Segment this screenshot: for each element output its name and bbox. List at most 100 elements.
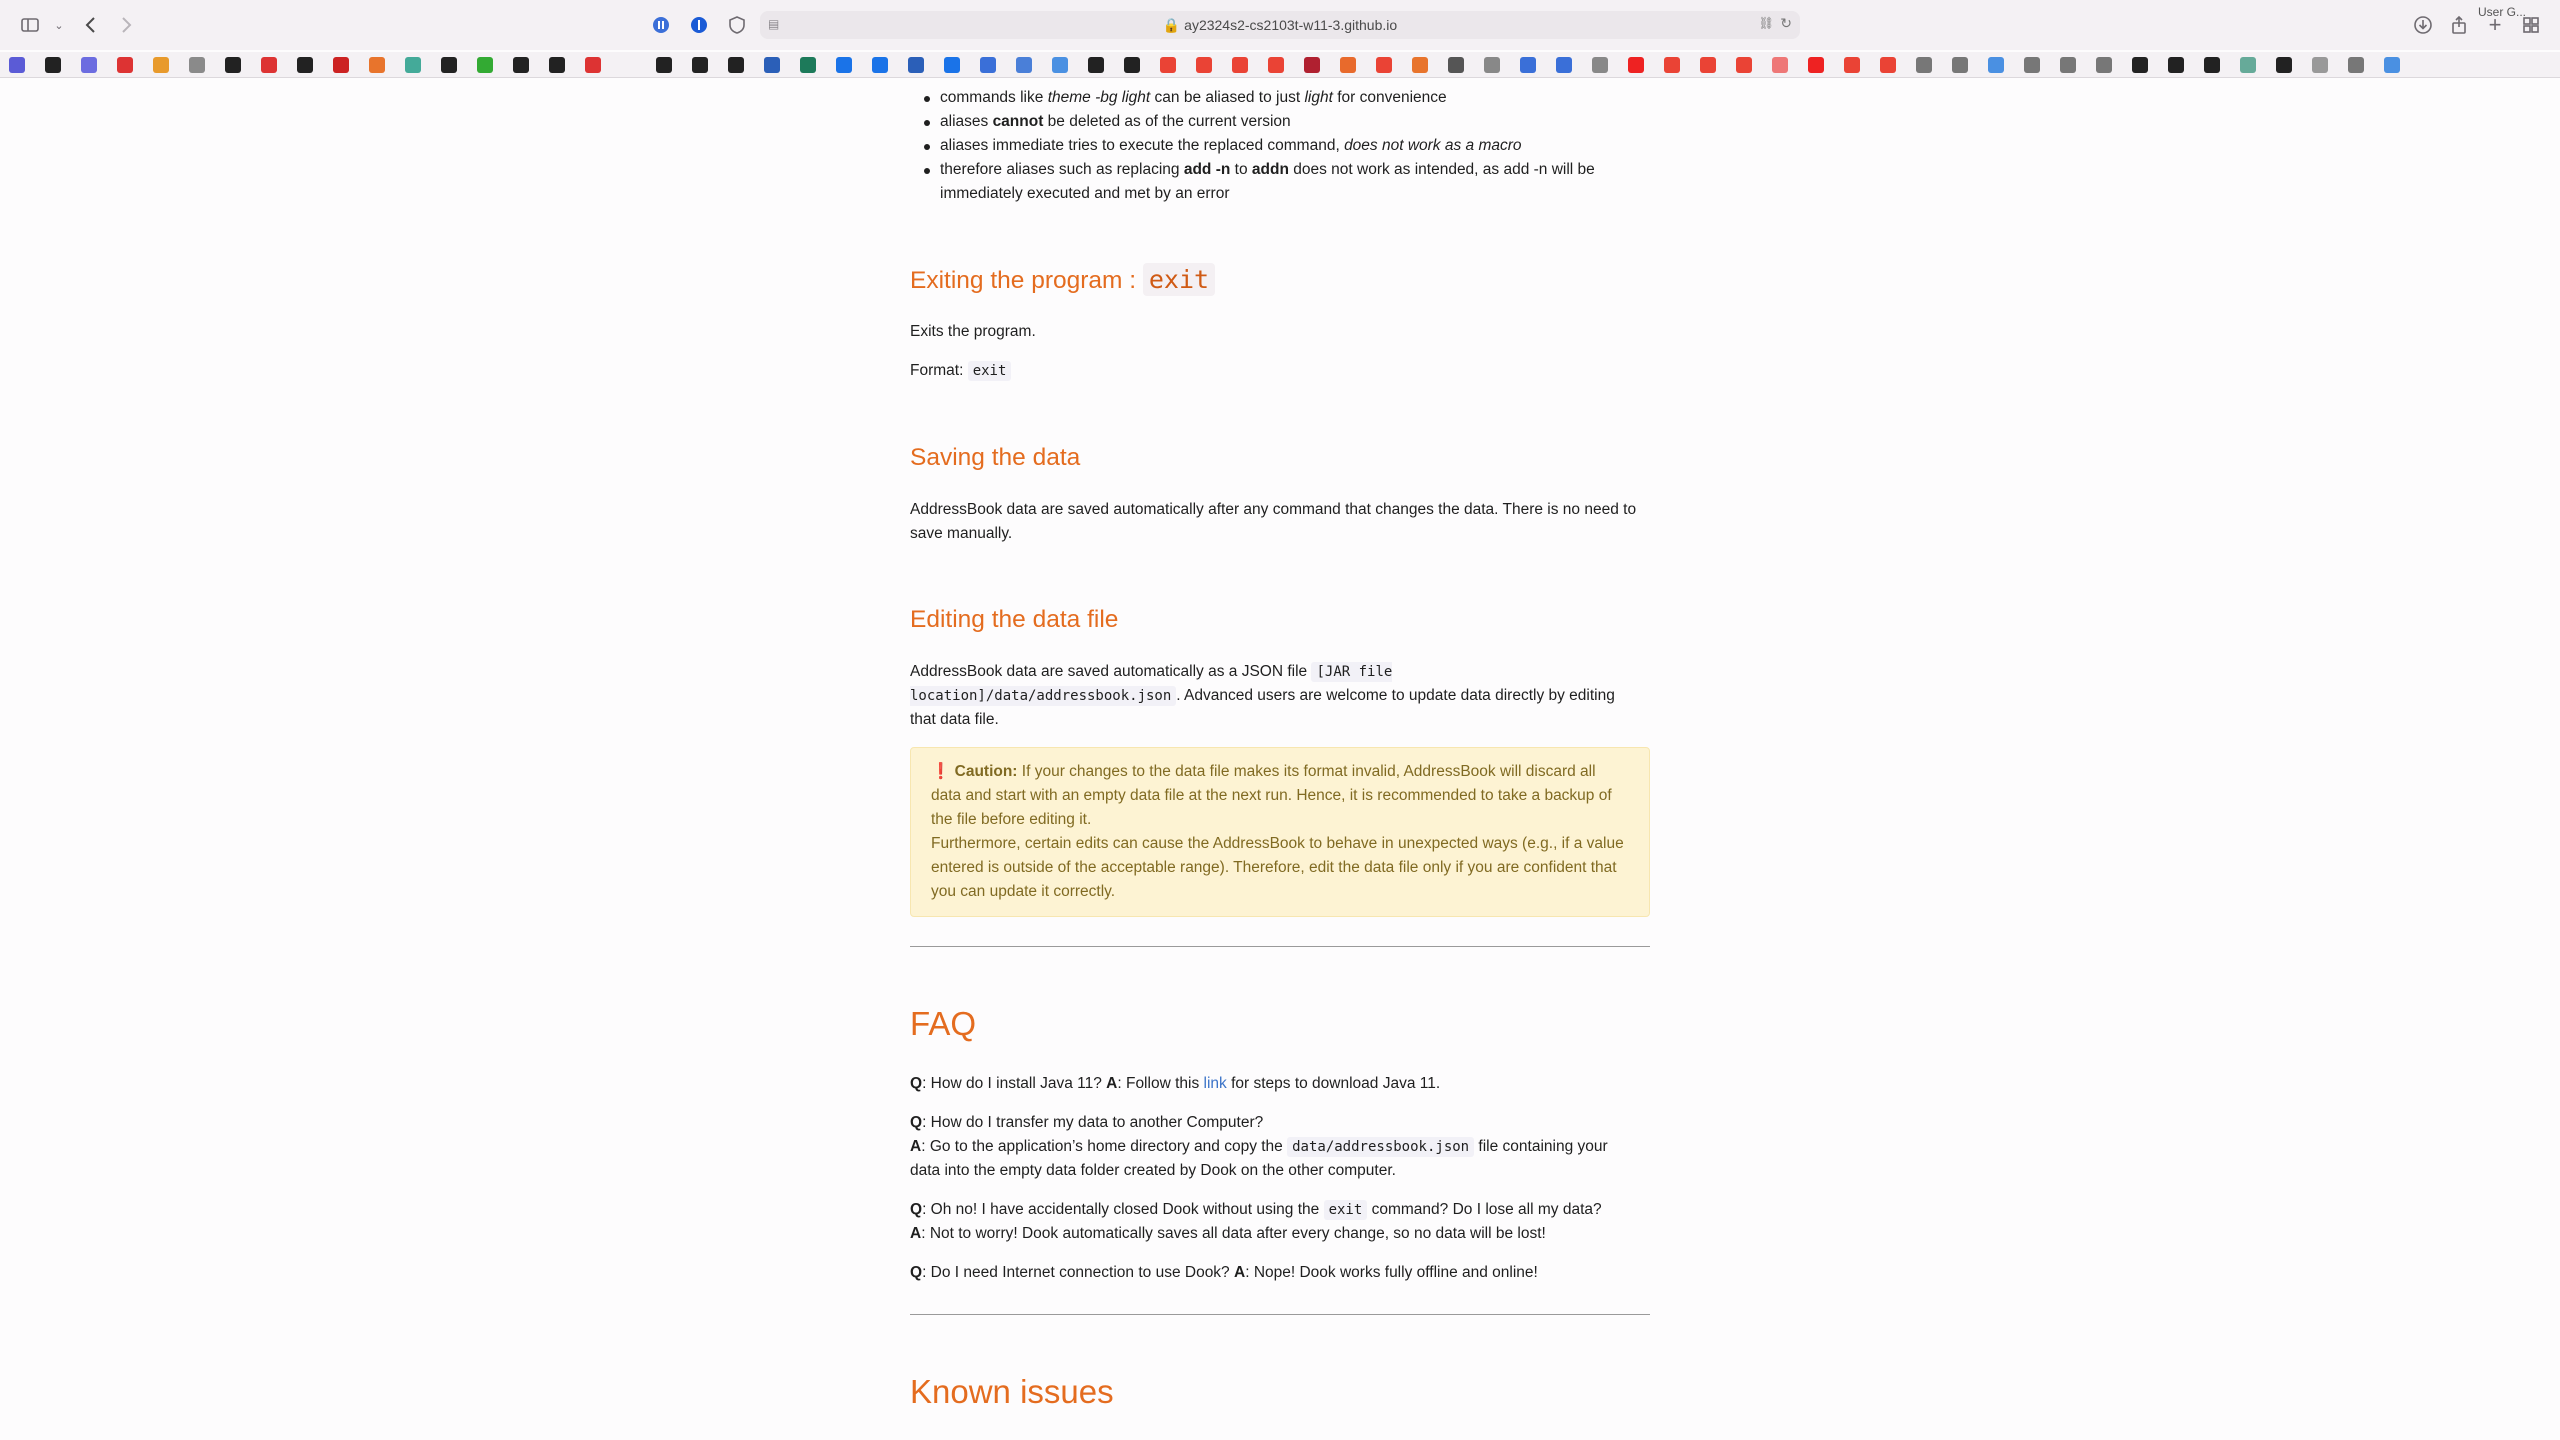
exclamation-icon: ❗ (931, 763, 951, 780)
bookmark-favicon-icon[interactable] (2132, 57, 2148, 73)
bookmark-favicon-icon[interactable] (1772, 57, 1788, 73)
bookmark-favicon-icon[interactable] (297, 57, 313, 73)
bookmark-favicon-icon[interactable] (1088, 57, 1104, 73)
pause-extension-icon[interactable] (648, 12, 674, 38)
bookmark-favicon-icon[interactable] (477, 57, 493, 73)
bookmark-favicon-icon[interactable] (1160, 57, 1176, 73)
editing-description: AddressBook data are saved automatically… (910, 662, 1615, 728)
list-item: aliases cannot be deleted as of the curr… (924, 110, 1640, 134)
bookmark-favicon-icon[interactable] (2276, 57, 2292, 73)
bookmark-favicon-icon[interactable] (1808, 57, 1824, 73)
bookmark-favicon-icon[interactable] (1700, 57, 1716, 73)
bookmark-favicon-icon[interactable] (1988, 57, 2004, 73)
bookmark-favicon-icon[interactable] (872, 57, 888, 73)
bookmark-favicon-icon[interactable] (1556, 57, 1572, 73)
exit-format: Format: exit (910, 359, 1640, 383)
bookmark-favicon-icon[interactable] (728, 57, 744, 73)
bookmark-favicon-icon[interactable] (944, 57, 960, 73)
bookmark-favicon-icon[interactable] (980, 57, 996, 73)
translate-icon[interactable]: ⛓ (1759, 16, 1774, 30)
share-icon[interactable] (2446, 12, 2472, 38)
bookmark-favicon-icon[interactable] (2384, 57, 2400, 73)
divider (910, 946, 1650, 947)
downloads-icon[interactable] (2410, 12, 2436, 38)
bookmark-user-label[interactable]: User G... (2478, 5, 2526, 19)
bookmark-favicon-icon[interactable] (225, 57, 241, 73)
shield-icon[interactable] (724, 12, 750, 38)
bookmark-favicon-icon[interactable] (692, 57, 708, 73)
caution-box: ❗ Caution: If your changes to the data f… (910, 747, 1650, 917)
bookmark-favicon-icon[interactable] (2096, 57, 2112, 73)
browser-toolbar: ⌄ ▤ 🔒 ay2324s2-cs2103t-w11-3.github.io ⛓… (0, 0, 2560, 50)
list-item: therefore aliases such as replacing add … (924, 158, 1640, 206)
bookmark-favicon-icon[interactable] (333, 57, 349, 73)
bookmark-favicon-icon[interactable] (1052, 57, 1068, 73)
bookmark-favicon-icon[interactable] (2024, 57, 2040, 73)
bookmark-favicon-icon[interactable] (1268, 57, 1284, 73)
address-bar[interactable]: ▤ 🔒 ay2324s2-cs2103t-w11-3.github.io ⛓ ↻ (760, 11, 1800, 39)
bookmark-favicon-icon[interactable] (1412, 57, 1428, 73)
password-extension-icon[interactable] (686, 12, 712, 38)
bookmark-favicon-icon[interactable] (1664, 57, 1680, 73)
bookmark-favicon-icon[interactable] (261, 57, 277, 73)
chevron-down-icon[interactable]: ⌄ (46, 12, 72, 38)
sidebar-toggle-icon[interactable] (17, 12, 43, 38)
bookmark-favicon-icon[interactable] (908, 57, 924, 73)
bookmark-favicon-icon[interactable] (513, 57, 529, 73)
faq-item-java: Q: How do I install Java 11? A: Follow t… (910, 1075, 1441, 1092)
bookmark-favicon-icon[interactable] (2348, 57, 2364, 73)
bookmark-favicon-icon[interactable] (549, 57, 565, 73)
bookmark-favicon-icon[interactable] (836, 57, 852, 73)
forward-icon[interactable] (113, 12, 139, 38)
bookmark-favicon-icon[interactable] (1880, 57, 1896, 73)
bookmark-favicon-icon[interactable] (1520, 57, 1536, 73)
bookmark-favicon-icon[interactable] (585, 57, 601, 73)
bookmark-favicon-icon[interactable] (81, 57, 97, 73)
divider (910, 1314, 1650, 1315)
bookmark-favicon-icon[interactable] (764, 57, 780, 73)
bookmark-favicon-icon[interactable] (1844, 57, 1860, 73)
editing-heading: Editing the data file (910, 606, 1119, 633)
bookmark-favicon-icon[interactable] (45, 57, 61, 73)
bookmark-favicon-icon[interactable] (2240, 57, 2256, 73)
saving-heading: Saving the data (910, 444, 1081, 471)
bookmark-favicon-icon[interactable] (441, 57, 457, 73)
bookmark-favicon-icon[interactable] (2060, 57, 2076, 73)
bookmark-favicon-icon[interactable] (1196, 57, 1212, 73)
bookmark-favicon-icon[interactable] (1016, 57, 1032, 73)
bookmark-favicon-icon[interactable] (1952, 57, 1968, 73)
bookmark-favicon-icon[interactable] (656, 57, 672, 73)
faq-item-closed: Q: Oh no! I have accidentally closed Doo… (910, 1200, 1602, 1242)
java-link[interactable]: link (1204, 1075, 1227, 1092)
list-item: commands like theme -bg light can be ali… (924, 86, 1640, 110)
bookmark-favicon-icon[interactable] (1592, 57, 1608, 73)
bookmark-favicon-icon[interactable] (153, 57, 169, 73)
bookmark-favicon-icon[interactable] (405, 57, 421, 73)
known-issues-heading: Known issues (910, 1373, 1114, 1410)
bookmark-favicon-icon[interactable] (1628, 57, 1644, 73)
bookmark-favicon-icon[interactable] (1340, 57, 1356, 73)
saving-description: AddressBook data are saved automatically… (910, 501, 1637, 542)
bookmark-favicon-icon[interactable] (1124, 57, 1140, 73)
bookmark-favicon-icon[interactable] (2168, 57, 2184, 73)
bookmark-favicon-icon[interactable] (2312, 57, 2328, 73)
exit-description: Exits the program. (910, 323, 1036, 340)
bookmark-favicon-icon[interactable] (9, 57, 25, 73)
url-text: 🔒 ay2324s2-cs2103t-w11-3.github.io (1162, 17, 1398, 33)
bookmark-favicon-icon[interactable] (2204, 57, 2220, 73)
bookmark-favicon-icon[interactable] (1232, 57, 1248, 73)
bookmark-favicon-icon[interactable] (800, 57, 816, 73)
bookmarks-bar (0, 52, 2560, 78)
faq-item-internet: Q: Do I need Internet connection to use … (910, 1264, 1538, 1281)
bookmark-favicon-icon[interactable] (117, 57, 133, 73)
bookmark-favicon-icon[interactable] (1736, 57, 1752, 73)
bookmark-favicon-icon[interactable] (189, 57, 205, 73)
bookmark-favicon-icon[interactable] (1304, 57, 1320, 73)
reload-icon[interactable]: ↻ (1780, 15, 1792, 32)
bookmark-favicon-icon[interactable] (1376, 57, 1392, 73)
back-icon[interactable] (78, 12, 104, 38)
bookmark-favicon-icon[interactable] (1484, 57, 1500, 73)
bookmark-favicon-icon[interactable] (369, 57, 385, 73)
bookmark-favicon-icon[interactable] (1448, 57, 1464, 73)
bookmark-favicon-icon[interactable] (1916, 57, 1932, 73)
